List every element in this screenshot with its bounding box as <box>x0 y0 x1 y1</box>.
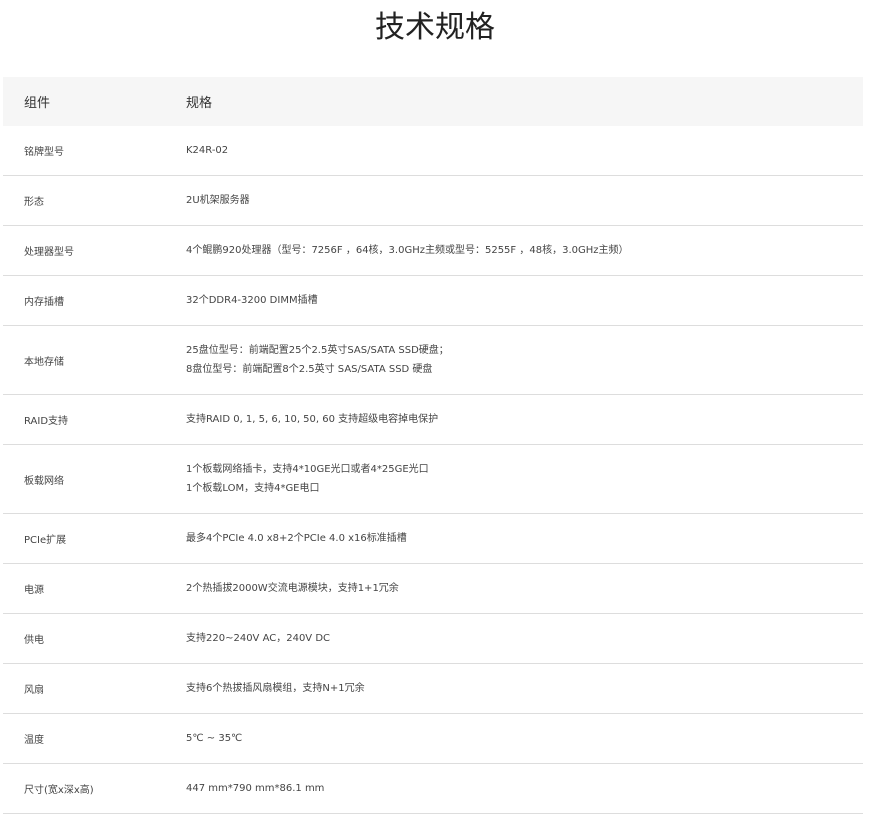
row-component: 铭牌型号 <box>3 126 165 176</box>
table-row: 本地存储 25盘位型号：前端配置25个2.5英寸SAS/SATA SSD硬盘； … <box>3 325 863 395</box>
row-spec: 25盘位型号：前端配置25个2.5英寸SAS/SATA SSD硬盘； 8盘位型号… <box>165 325 863 395</box>
table-row: 内存插槽 32个DDR4-3200 DIMM插槽 <box>3 275 863 326</box>
table-row: RAID支持 支持RAID 0, 1, 5, 6, 10, 50, 60 支持超… <box>3 394 863 445</box>
spec-line: 8盘位型号：前端配置8个2.5英寸 SAS/SATA SSD 硬盘 <box>186 364 433 375</box>
spec-line: 32个DDR4-3200 DIMM插槽 <box>186 295 318 306</box>
header-component: 组件 <box>3 77 165 126</box>
table-row: 供电 支持220~240V AC，240V DC <box>3 613 863 664</box>
spec-line: 支持6个热拔插风扇模组，支持N+1冗余 <box>186 683 365 694</box>
spec-line: 25盘位型号：前端配置25个2.5英寸SAS/SATA SSD硬盘； <box>186 345 449 356</box>
row-component: 风扇 <box>3 663 165 714</box>
spec-line: 最多4个PCIe 4.0 x8+2个PCIe 4.0 x16标准插槽 <box>186 533 407 544</box>
table-row: 形态 2U机架服务器 <box>3 175 863 226</box>
row-component: 温度 <box>3 713 165 764</box>
row-component: 板载网络 <box>3 444 165 514</box>
row-component: RAID支持 <box>3 394 165 445</box>
row-spec: 支持RAID 0, 1, 5, 6, 10, 50, 60 支持超级电容掉电保护 <box>165 394 863 445</box>
spec-line: 4个鲲鹏920处理器（型号：7256F ，64核，3.0GHz主频或型号：525… <box>186 245 629 256</box>
spec-line: 1个板载LOM，支持4*GE电口 <box>186 483 320 494</box>
table-row: PCIe扩展 最多4个PCIe 4.0 x8+2个PCIe 4.0 x16标准插… <box>3 513 863 564</box>
row-spec: 1个板载网络插卡，支持4*10GE光口或者4*25GE光口 1个板载LOM，支持… <box>165 444 863 514</box>
spec-line: 支持220~240V AC，240V DC <box>186 633 331 644</box>
row-component: 处理器型号 <box>3 225 165 276</box>
spec-line: 5℃ ~ 35℃ <box>186 733 243 744</box>
table-row: 风扇 支持6个热拔插风扇模组，支持N+1冗余 <box>3 663 863 714</box>
spec-line: 2个热插拔2000W交流电源模块，支持1+1冗余 <box>186 583 399 594</box>
row-spec: 2个热插拔2000W交流电源模块，支持1+1冗余 <box>165 563 863 614</box>
row-component: 本地存储 <box>3 325 165 395</box>
row-spec: 5℃ ~ 35℃ <box>165 713 863 764</box>
row-spec: 最多4个PCIe 4.0 x8+2个PCIe 4.0 x16标准插槽 <box>165 513 863 564</box>
row-spec: 支持220~240V AC，240V DC <box>165 613 863 664</box>
table-header-row: 组件 规格 <box>3 77 863 126</box>
spec-line: 1个板载网络插卡，支持4*10GE光口或者4*25GE光口 <box>186 464 429 475</box>
spec-line: K24R-02 <box>186 145 229 156</box>
row-component: 内存插槽 <box>3 275 165 326</box>
row-spec: 2U机架服务器 <box>165 175 863 226</box>
row-spec: 4个鲲鹏920处理器（型号：7256F ，64核，3.0GHz主频或型号：525… <box>165 225 863 276</box>
table-row: 板载网络 1个板载网络插卡，支持4*10GE光口或者4*25GE光口 1个板载L… <box>3 444 863 514</box>
header-spec: 规格 <box>165 77 863 126</box>
table-row: 处理器型号 4个鲲鹏920处理器（型号：7256F ，64核，3.0GHz主频或… <box>3 225 863 276</box>
row-spec: 支持6个热拔插风扇模组，支持N+1冗余 <box>165 663 863 714</box>
spec-table: 组件 规格 铭牌型号 K24R-02 形态 2U机架服务器 处理器型号 4个鲲鹏… <box>3 77 863 814</box>
row-component: 尺寸(宽x深x高) <box>3 763 165 814</box>
row-component: PCIe扩展 <box>3 513 165 564</box>
spec-line: 2U机架服务器 <box>186 195 250 206</box>
spec-line: 支持RAID 0, 1, 5, 6, 10, 50, 60 支持超级电容掉电保护 <box>186 414 439 425</box>
table-row: 温度 5℃ ~ 35℃ <box>3 713 863 764</box>
spec-line: 447 mm*790 mm*86.1 mm <box>186 783 325 794</box>
row-spec: 32个DDR4-3200 DIMM插槽 <box>165 275 863 326</box>
row-component: 形态 <box>3 175 165 226</box>
table-row: 电源 2个热插拔2000W交流电源模块，支持1+1冗余 <box>3 563 863 614</box>
page-title: 技术规格 <box>375 10 495 45</box>
table-row: 铭牌型号 K24R-02 <box>3 126 863 176</box>
row-spec: 447 mm*790 mm*86.1 mm <box>165 763 863 814</box>
table-row: 尺寸(宽x深x高) 447 mm*790 mm*86.1 mm <box>3 763 863 814</box>
row-spec: K24R-02 <box>165 126 863 176</box>
row-component: 电源 <box>3 563 165 614</box>
row-component: 供电 <box>3 613 165 664</box>
